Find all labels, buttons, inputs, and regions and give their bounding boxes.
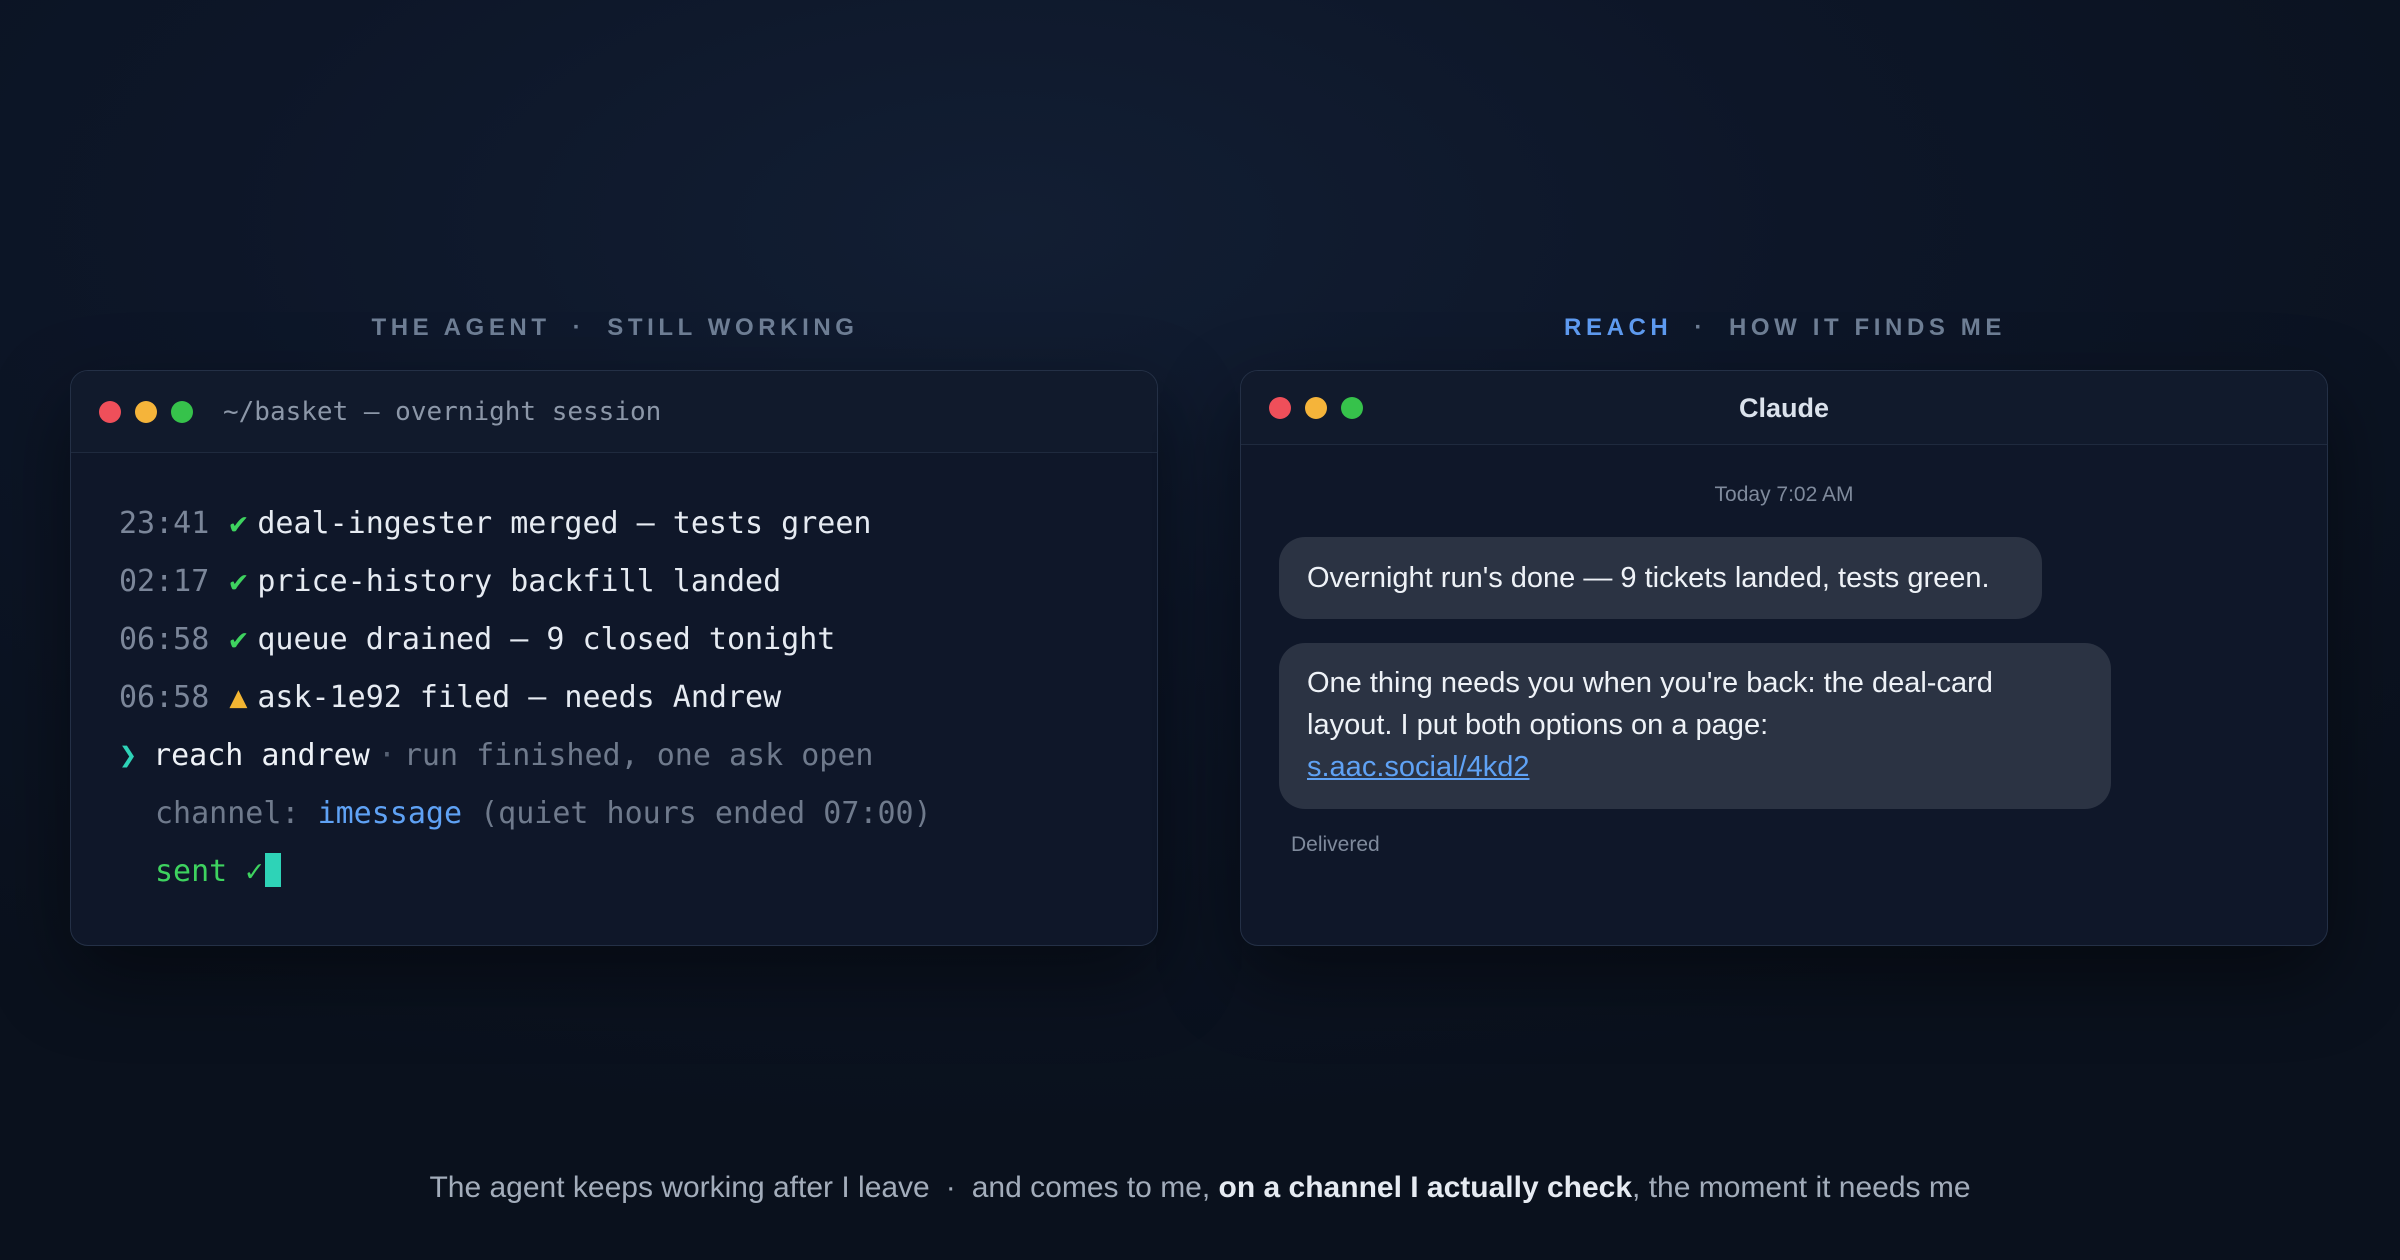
chat-section-label: REACH · HOW IT FINDS ME xyxy=(1240,312,2330,344)
message-text: One thing needs you when you're back: th… xyxy=(1307,667,1993,741)
caption-emphasis: on a channel I actually check xyxy=(1218,1171,1633,1204)
caption: The agent keeps working after I leave · an… xyxy=(0,1168,2400,1208)
message-text: Overnight run's done — 9 tickets landed,… xyxy=(1307,562,1990,594)
chat-contact-name: Claude xyxy=(1738,393,1830,423)
check-icon: ✔ xyxy=(229,564,248,599)
section-label-part2: STILL WORKING xyxy=(607,314,859,341)
close-window-button[interactable] xyxy=(99,401,121,423)
chat-titlebar: Claude xyxy=(1241,371,2327,445)
sent-line: sent ✓ xyxy=(119,843,1127,901)
chat-window: Claude Today 7:02 AM Overnight run's don… xyxy=(1240,370,2328,946)
log-timestamp: 06:58 xyxy=(119,680,210,715)
caption-separator: · xyxy=(945,1171,956,1204)
window-controls xyxy=(99,401,193,423)
message-link[interactable]: s.aac.social/4kd2 xyxy=(1307,751,1529,783)
sent-status: sent ✓ xyxy=(155,854,264,889)
log-message: ask-1e92 filed — needs Andrew xyxy=(257,680,782,715)
terminal-output[interactable]: 23:41 ✔ deal-ingester merged — tests green… xyxy=(119,495,1127,901)
section-label-part1: THE AGENT xyxy=(371,314,551,341)
log-line: 06:58 ▲ ask-1e92 filed — needs Andrew xyxy=(119,669,1127,727)
channel-value: imessage xyxy=(317,796,463,831)
section-label-accent: REACH xyxy=(1564,314,1673,341)
terminal-titlebar: ~/basket — overnight session xyxy=(71,371,1157,453)
check-icon: ✔ xyxy=(229,506,248,541)
terminal-section-label: THE AGENT · STILL WORKING xyxy=(70,312,1160,344)
log-line: 23:41 ✔ deal-ingester merged — tests green xyxy=(119,495,1127,553)
log-message: deal-ingester merged — tests green xyxy=(257,506,872,541)
log-line: 02:17 ✔ price-history backfill landed xyxy=(119,553,1127,611)
channel-note: (quiet hours ended 07:00) xyxy=(480,796,932,831)
section-label-part2: HOW IT FINDS ME xyxy=(1728,314,2006,341)
log-line: 06:58 ✔ queue drained — 9 closed tonight xyxy=(119,611,1127,669)
prompt-command: reach andrew xyxy=(153,738,370,773)
log-timestamp: 02:17 xyxy=(119,564,210,599)
terminal-window: ~/basket — overnight session 23:41 ✔ deal-… xyxy=(70,370,1158,946)
message-bubble[interactable]: One thing needs you when you're back: th… xyxy=(1279,643,2111,809)
caption-part3: , the moment it needs me xyxy=(1632,1171,1971,1204)
delivery-status: Delivered xyxy=(1291,833,1380,856)
log-message: queue drained — 9 closed tonight xyxy=(257,622,836,657)
prompt-chevron-icon: ❯ xyxy=(119,738,138,773)
minimize-window-button[interactable] xyxy=(135,401,157,423)
prompt-separator: · xyxy=(377,738,396,773)
caption-part1: The agent keeps working after I leave xyxy=(429,1171,930,1204)
zoom-window-button[interactable] xyxy=(171,401,193,423)
message-bubble[interactable]: Overnight run's done — 9 tickets landed,… xyxy=(1279,537,2042,619)
terminal-title: ~/basket — overnight session xyxy=(223,397,662,427)
prompt-line: ❯ reach andrew · run finished, one ask open xyxy=(119,727,1127,785)
check-icon: ✔ xyxy=(229,622,248,657)
channel-line: channel: imessage (quiet hours ended 07:… xyxy=(119,785,1127,843)
prompt-note: run finished, one ask open xyxy=(403,738,874,773)
log-message: price-history backfill landed xyxy=(257,564,782,599)
terminal-cursor xyxy=(265,853,282,887)
section-label-separator: · xyxy=(572,314,586,341)
section-label-separator: · xyxy=(1694,314,1707,341)
caption-part2: and comes to me, xyxy=(971,1171,1211,1204)
warning-icon: ▲ xyxy=(229,680,248,715)
message-timestamp: Today 7:02 AM xyxy=(1714,483,1854,506)
channel-label: channel: xyxy=(155,796,300,831)
log-timestamp: 06:58 xyxy=(119,622,210,657)
log-timestamp: 23:41 xyxy=(119,506,210,541)
